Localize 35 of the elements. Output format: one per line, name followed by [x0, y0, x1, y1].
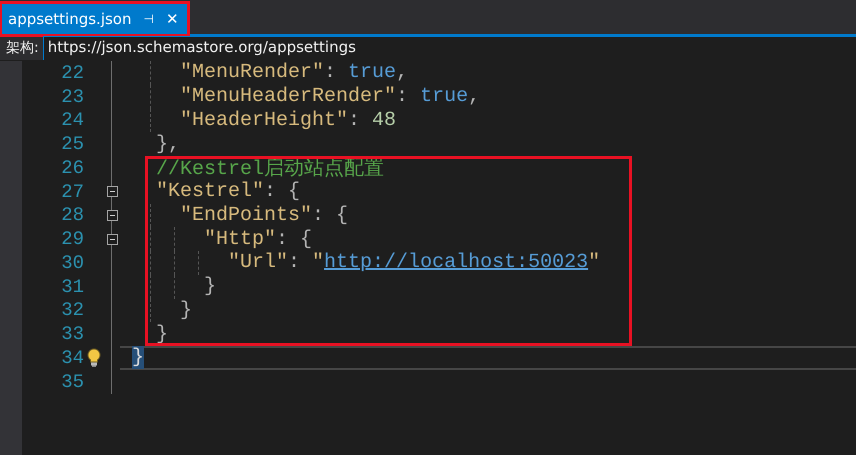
tab-title: appsettings.json — [8, 10, 132, 28]
code-line: "Http": { — [204, 228, 312, 251]
line-number: 32 — [60, 299, 84, 322]
code-line: } — [204, 275, 216, 298]
collapse-icon[interactable] — [106, 234, 118, 245]
line-number: 35 — [60, 370, 84, 393]
line-number: 33 — [60, 323, 84, 346]
line-number: 23 — [60, 86, 84, 108]
file-tab[interactable]: appsettings.json ⊣ ✕ — [2, 4, 187, 34]
collapse-icon[interactable] — [106, 186, 118, 198]
line-number: 24 — [60, 109, 84, 132]
close-icon[interactable]: ✕ — [166, 10, 179, 28]
code-line: "HeaderHeight": 48 — [180, 108, 396, 132]
lightbulb-icon[interactable] — [86, 348, 102, 368]
line-number: 25 — [60, 133, 84, 156]
code-line: }, — [156, 132, 180, 156]
code-line: "EndPoints": { — [180, 204, 348, 227]
pin-icon[interactable]: ⊣ — [144, 12, 154, 26]
code-line: } — [156, 322, 168, 346]
collapse-icon[interactable] — [106, 210, 118, 221]
line-number: 29 — [60, 228, 84, 250]
code-line: "MenuHeaderRender": true, — [180, 85, 480, 108]
schema-label: 架构: — [5, 39, 40, 58]
schema-field[interactable]: https://json.schemastore.org/appsettings — [42, 36, 856, 60]
line-number: 27 — [60, 180, 84, 203]
code-line: "Kestrel": { — [156, 180, 300, 204]
code-line: "Url": "http://localhost:50023" — [228, 251, 600, 274]
line-number: 34 — [60, 346, 84, 369]
line-number: 26 — [60, 156, 84, 179]
code-line: "MenuRender": true, — [180, 61, 408, 84]
line-number: 22 — [60, 62, 84, 84]
line-number: 28 — [60, 204, 84, 226]
line-number: 30 — [60, 252, 84, 274]
line-number: 31 — [60, 276, 84, 298]
code-line: } — [180, 298, 192, 322]
